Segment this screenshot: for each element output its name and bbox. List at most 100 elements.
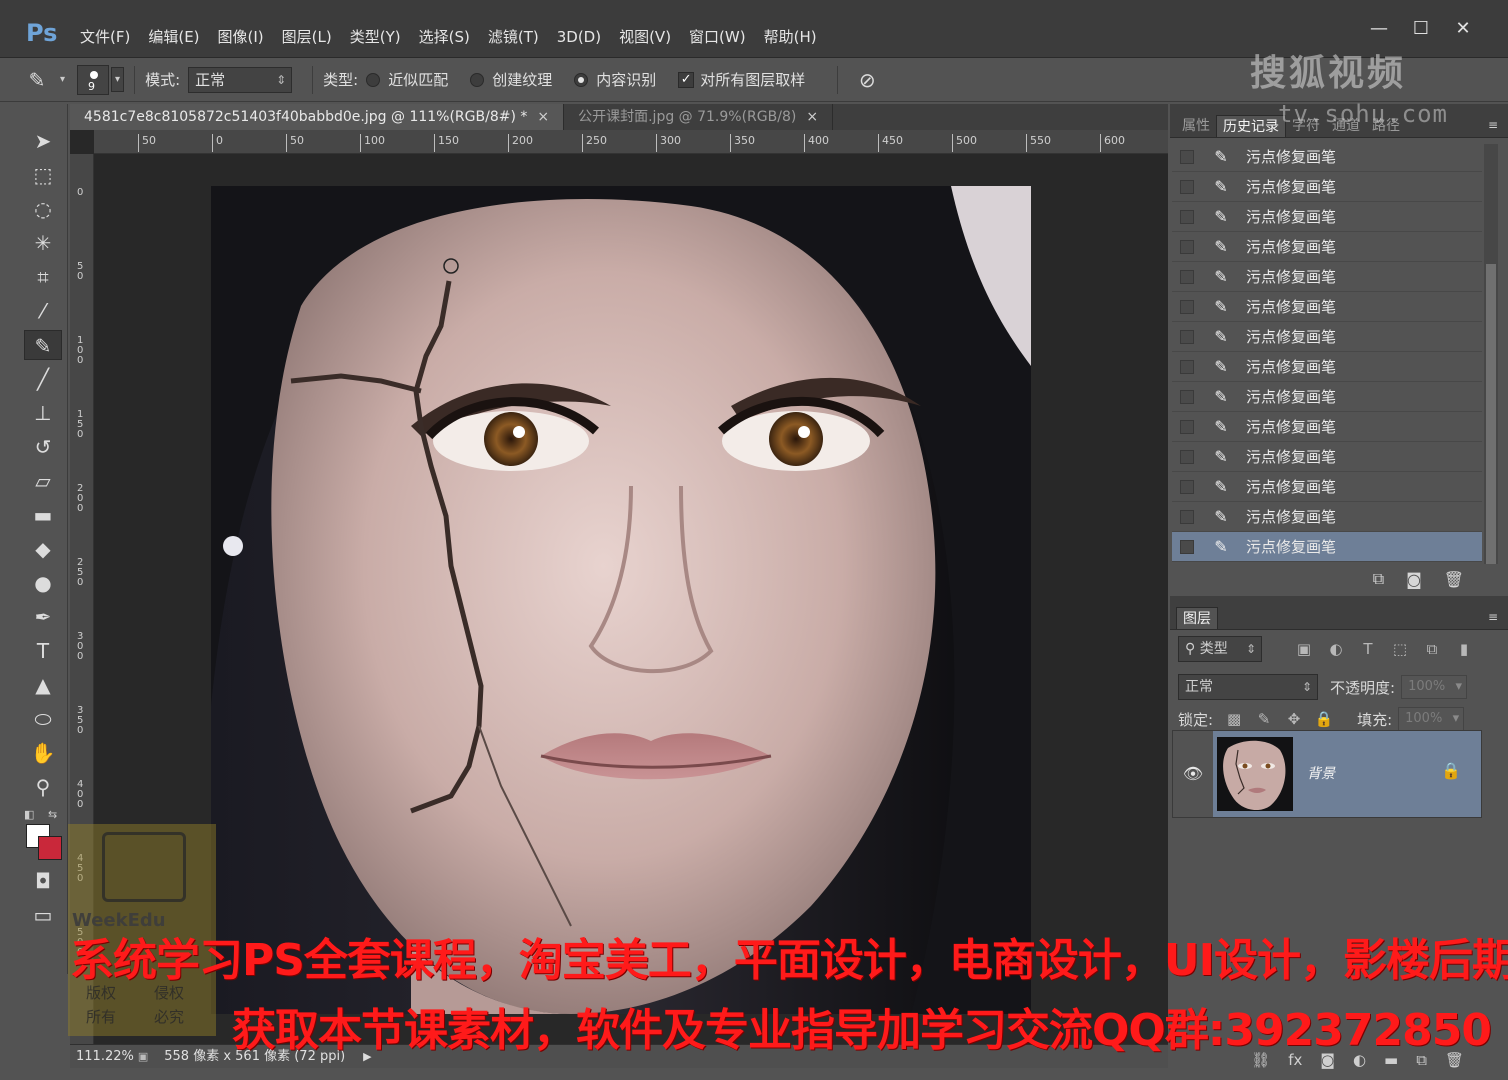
radio-create-texture[interactable] (470, 72, 485, 87)
type-content-aware[interactable]: 内容识别 (574, 69, 664, 90)
lasso-tool-icon[interactable]: ◌ (24, 194, 62, 224)
zoom-level[interactable]: 111.22% (76, 1046, 134, 1068)
delete-state-icon[interactable]: 🗑 (1444, 570, 1464, 589)
lock-all-icon[interactable]: 🔒 (1309, 710, 1339, 728)
filter-pixel-icon[interactable]: ▣ (1288, 640, 1320, 658)
history-snapshot-checkbox[interactable] (1180, 509, 1194, 524)
history-item[interactable]: ✎ 污点修复画笔 (1172, 412, 1482, 442)
type-create-texture[interactable]: 创建纹理 (470, 69, 560, 90)
history-item[interactable]: ✎ 污点修复画笔 (1172, 382, 1482, 412)
history-snapshot-checkbox[interactable] (1180, 479, 1194, 494)
document-tab-active[interactable]: 4581c7e8c8105872c51403f40babbd0e.jpg @ 1… (70, 104, 565, 130)
history-brush-tool-icon[interactable]: ↺ (24, 432, 62, 462)
filter-smart-object-icon[interactable]: ⧉ (1416, 640, 1448, 658)
spot-healing-tool-icon[interactable]: ✎ (24, 330, 62, 360)
tab-layers[interactable]: 图层 (1176, 607, 1218, 629)
history-snapshot-checkbox[interactable] (1180, 389, 1194, 404)
close-tab-icon[interactable]: × (806, 109, 818, 125)
filter-adjustment-icon[interactable]: ◐ (1320, 640, 1352, 658)
history-item[interactable]: ✎ 污点修复画笔 (1172, 292, 1482, 322)
radio-content-aware[interactable] (574, 72, 589, 87)
add-mask-icon[interactable]: ◙ (1320, 1051, 1335, 1069)
spot-healing-brush-icon[interactable]: ✎ (18, 65, 56, 95)
screen-mode-icon[interactable]: ▭ (24, 900, 62, 930)
color-swatches[interactable]: ◧ ⇆ (22, 808, 66, 862)
pressure-size-icon[interactable]: ⊘ (848, 65, 886, 95)
history-item[interactable]: ✎ 污点修复画笔 (1172, 322, 1482, 352)
menu-help[interactable]: 帮助(H) (764, 24, 817, 50)
filter-type-icon[interactable]: T (1352, 640, 1384, 658)
layer-thumbnail[interactable] (1217, 737, 1293, 811)
pen-tool-icon[interactable]: ✒ (24, 602, 62, 632)
menu-window[interactable]: 窗口(W) (689, 24, 746, 50)
brush-tool-icon[interactable]: ╱ (24, 364, 62, 394)
tab-properties[interactable]: 属性 (1176, 115, 1216, 137)
scrollbar-thumb[interactable] (1486, 264, 1496, 564)
delete-layer-icon[interactable]: 🗑 (1445, 1051, 1464, 1069)
type-tool-icon[interactable]: T (24, 636, 62, 666)
marquee-tool-icon[interactable]: ⬚ (24, 160, 62, 190)
move-tool-icon[interactable]: ➤ (24, 126, 62, 156)
menu-filter[interactable]: 滤镜(T) (488, 24, 539, 50)
tool-preset-dropdown-icon[interactable]: ▾ (60, 74, 65, 85)
menu-view[interactable]: 视图(V) (619, 24, 671, 50)
history-item[interactable]: ✎ 污点修复画笔 (1172, 232, 1482, 262)
menu-type[interactable]: 类型(Y) (350, 24, 401, 50)
eraser-tool-icon[interactable]: ▱ (24, 466, 62, 496)
hand-tool-icon[interactable]: ✋ (24, 738, 62, 768)
new-document-from-state-icon[interactable]: ⧉ (1373, 569, 1384, 589)
filter-shape-icon[interactable]: ⬚ (1384, 640, 1416, 658)
sample-all-layers[interactable]: ✓ 对所有图层取样 (678, 69, 813, 90)
background-color-swatch[interactable] (38, 836, 62, 860)
lock-image-icon[interactable]: ✎ (1249, 710, 1279, 728)
history-item[interactable]: ✎ 污点修复画笔 (1172, 262, 1482, 292)
menu-3d[interactable]: 3D(D) (557, 24, 601, 50)
history-snapshot-checkbox[interactable] (1180, 149, 1194, 164)
visibility-eye-icon[interactable]: 👁 (1173, 731, 1213, 817)
history-snapshot-checkbox[interactable] (1180, 239, 1194, 254)
magic-wand-tool-icon[interactable]: ✳ (24, 228, 62, 258)
history-item[interactable]: ✎ 污点修复画笔 (1172, 502, 1482, 532)
link-layers-icon[interactable]: ⛓ (1251, 1051, 1270, 1069)
lock-position-icon[interactable]: ✥ (1279, 710, 1309, 728)
layer-filter-select[interactable]: ⚲ 类型 (1178, 636, 1262, 662)
ellipse-tool-icon[interactable]: ⬭ (24, 704, 62, 734)
menu-layer[interactable]: 图层(L) (282, 24, 332, 50)
close-tab-icon[interactable]: × (537, 109, 549, 125)
panel-menu-icon[interactable]: ≡ (1488, 118, 1498, 132)
history-scrollbar[interactable] (1484, 144, 1498, 564)
minimize-button[interactable]: — (1358, 16, 1400, 42)
adjustment-layer-icon[interactable]: ◐ (1353, 1051, 1366, 1069)
panel-menu-icon[interactable]: ≡ (1488, 610, 1498, 624)
eyedropper-tool-icon[interactable]: ⁄ (24, 296, 62, 326)
history-snapshot-checkbox[interactable] (1180, 419, 1194, 434)
history-snapshot-checkbox[interactable] (1180, 269, 1194, 284)
opacity-input[interactable]: 100% (1401, 675, 1468, 699)
dodge-tool-icon[interactable]: ● (24, 568, 62, 598)
horizontal-ruler[interactable]: 50 0 50 100 150 200 250 300 350 400 450 … (94, 130, 1168, 154)
new-layer-icon[interactable]: ⧉ (1416, 1051, 1427, 1069)
fill-input[interactable]: 100% (1398, 707, 1465, 731)
menu-select[interactable]: 选择(S) (419, 24, 470, 50)
layer-row-background[interactable]: 👁 背景 🔒 (1172, 730, 1482, 818)
history-snapshot-checkbox[interactable] (1180, 359, 1194, 374)
blur-tool-icon[interactable]: ◆ (24, 534, 62, 564)
swap-colors-icon[interactable]: ⇆ (48, 808, 57, 821)
brush-picker-arrow-icon[interactable]: ▾ (111, 67, 125, 92)
status-options-icon[interactable]: ▣ (138, 1046, 148, 1068)
radio-proximity-match[interactable] (366, 72, 381, 87)
history-snapshot-checkbox[interactable] (1180, 329, 1194, 344)
filter-toggle-icon[interactable]: ▮ (1448, 640, 1480, 658)
image-canvas[interactable] (211, 186, 1031, 1014)
new-snapshot-icon[interactable]: ◙ (1406, 570, 1422, 589)
lock-transparent-icon[interactable]: ▩ (1219, 710, 1249, 728)
gradient-tool-icon[interactable]: ▬ (24, 500, 62, 530)
history-item[interactable]: ✎ 污点修复画笔 (1172, 442, 1482, 472)
history-snapshot-checkbox[interactable] (1180, 449, 1194, 464)
history-snapshot-checkbox[interactable] (1180, 209, 1194, 224)
menu-file[interactable]: 文件(F) (80, 24, 130, 50)
history-item[interactable]: ✎ 污点修复画笔 (1172, 472, 1482, 502)
status-menu-arrow-icon[interactable]: ▶ (363, 1046, 371, 1068)
history-snapshot-checkbox[interactable] (1180, 539, 1194, 554)
history-item[interactable]: ✎ 污点修复画笔 (1172, 202, 1482, 232)
